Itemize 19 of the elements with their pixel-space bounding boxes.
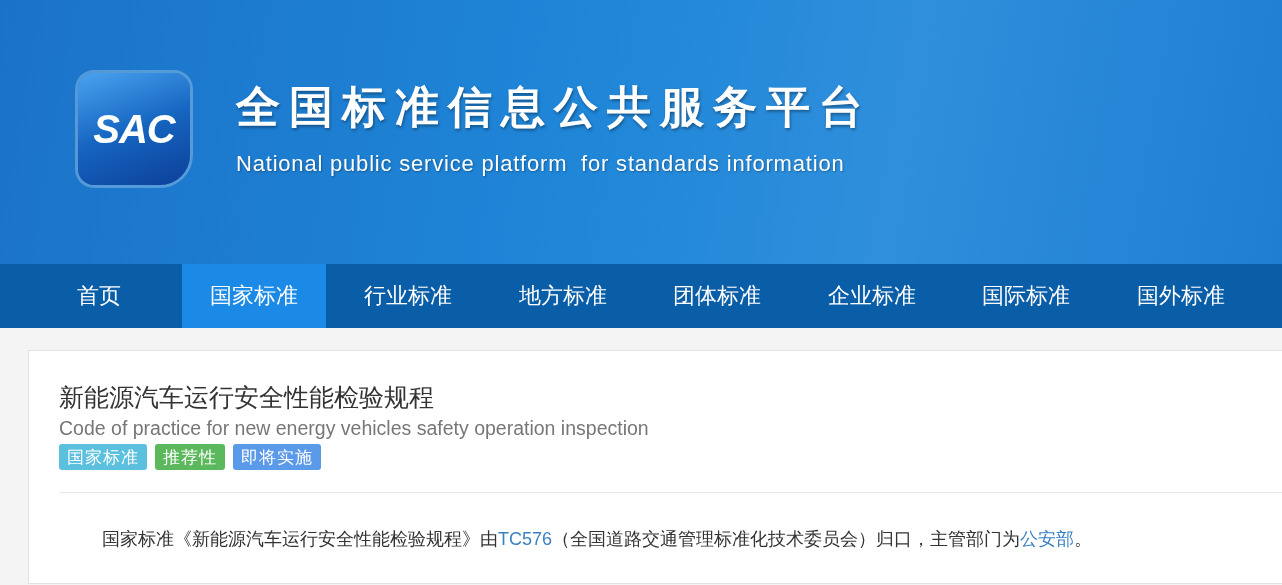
nav-tab[interactable]: 首页	[27, 264, 171, 328]
description-link[interactable]: TC576	[498, 529, 553, 549]
standard-title: 新能源汽车运行安全性能检验规程	[59, 382, 435, 414]
nav-tab[interactable]: 地方标准	[490, 264, 635, 328]
nav-tab[interactable]: 团体标准	[645, 264, 789, 328]
tag-badge: 即将实施	[233, 444, 321, 470]
tag-badge: 推荐性	[155, 444, 225, 470]
logo: SAC	[78, 73, 190, 185]
nav-tab[interactable]: 行业标准	[336, 264, 480, 328]
nav-tab[interactable]: 国外标准	[1108, 264, 1253, 328]
site-title: 全国标准信息公共服务平台	[236, 79, 872, 134]
nav-tab[interactable]: 国际标准	[954, 264, 1098, 328]
tag-badge: 国家标准	[59, 444, 147, 470]
site-subtitle: National public service platform for standards information	[236, 150, 846, 177]
description-link[interactable]: 公安部	[1020, 529, 1075, 549]
nav-tab[interactable]: 企业标准	[799, 264, 944, 328]
nav-tab[interactable]: 国家标准	[181, 264, 326, 328]
standard-english-title: Code of practice for new energy vehicles safety operation inspection	[59, 417, 650, 440]
description-text: 国家标准《新能源汽车运行安全性能检验规程》由TC576（全国道路交通管理标准化技术委员会）归口，主管部门为公安部。	[101, 527, 1094, 551]
